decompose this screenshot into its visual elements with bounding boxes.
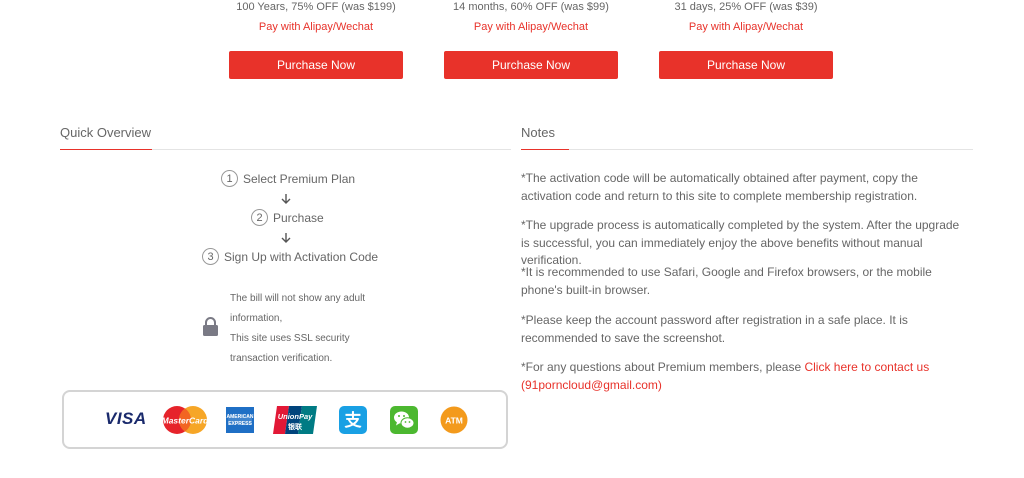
billing-note-line: transaction verification. xyxy=(230,353,333,364)
step-number-badge: 3 xyxy=(202,248,219,265)
step-number-badge: 2 xyxy=(251,209,268,226)
unionpay-cn-text: 银联 xyxy=(288,422,303,431)
arrow-down-icon xyxy=(281,233,291,243)
plan-description: 100 Years, 75% OFF (was $199) xyxy=(236,1,396,13)
step-label: Sign Up with Activation Code xyxy=(224,249,379,264)
step-label: Select Premium Plan xyxy=(243,171,356,186)
plan-payment-method: Pay with Alipay/Wechat xyxy=(258,21,374,33)
mastercard-logo: MasterCard xyxy=(162,406,209,434)
note-item: *The upgrade process is automatically co… xyxy=(521,218,960,267)
plan-payment-method: Pay with Alipay/Wechat xyxy=(473,21,589,33)
purchase-now-button[interactable]: Purchase Now xyxy=(229,51,403,79)
alipay-logo: 支 xyxy=(339,406,367,434)
contact-us-link[interactable]: Click here to contact us xyxy=(804,360,929,374)
notes-divider xyxy=(521,149,973,150)
plan-payment-method: Pay with Alipay/Wechat xyxy=(688,21,804,33)
billing-note-line: This site uses SSL security xyxy=(230,333,350,344)
notes-accent xyxy=(521,149,569,150)
payment-methods-box: VISA MasterCard AMERICAN EXPRESS UnionPa… xyxy=(62,390,508,449)
contact-prefix: *For any questions about Premium members… xyxy=(521,360,805,374)
billing-note-line: The bill will not show any adult xyxy=(230,293,366,304)
purchase-now-button[interactable]: Purchase Now xyxy=(659,51,833,79)
visa-logo: VISA xyxy=(105,409,147,429)
alipay-glyph: 支 xyxy=(345,410,363,431)
mastercard-text: MasterCard xyxy=(162,416,209,426)
billing-privacy-note: The bill will not show any adult informa… xyxy=(230,289,365,369)
plan-100-years: 100 Years, 75% OFF (was $199) Pay with A… xyxy=(229,0,403,79)
note-item: *It is recommended to use Safari, Google… xyxy=(521,265,932,297)
plan-14-months: 14 months, 60% OFF (was $99) Pay with Al… xyxy=(444,0,618,79)
plan-31-days: 31 days, 25% OFF (was $39) Pay with Alip… xyxy=(659,0,833,79)
wechat-logo xyxy=(390,406,418,434)
visa-logo-text: VISA xyxy=(105,409,147,428)
note-item: *Please keep the account password after … xyxy=(521,313,908,345)
amex-text-bottom: EXPRESS xyxy=(228,421,252,427)
billing-note-line: information, xyxy=(230,313,283,324)
step-label: Purchase xyxy=(273,210,324,225)
plan-description: 14 months, 60% OFF (was $99) xyxy=(453,1,609,13)
unionpay-logo: UnionPay 银联 xyxy=(273,406,317,434)
quick-overview-title: Quick Overview xyxy=(60,125,152,140)
arrow-down-icon xyxy=(281,194,291,204)
amex-text-top: AMERICAN xyxy=(227,414,254,420)
step-number-badge: 1 xyxy=(221,170,238,187)
step-sign-up: 3 Sign Up with Activation Code xyxy=(202,248,378,265)
note-contact: *For any questions about Premium members… xyxy=(521,359,971,394)
atm-logo: ATM xyxy=(440,406,468,434)
purchase-now-button[interactable]: Purchase Now xyxy=(444,51,618,79)
step-purchase: 2 Purchase xyxy=(251,209,324,226)
step-select-plan: 1 Select Premium Plan xyxy=(221,170,355,187)
plan-description: 31 days, 25% OFF (was $39) xyxy=(674,1,818,13)
amex-logo: AMERICAN EXPRESS xyxy=(226,407,254,433)
note-item: *The activation code will be automatical… xyxy=(521,171,918,203)
notes-title: Notes xyxy=(521,125,555,140)
quick-overview-accent xyxy=(60,149,152,150)
lock-icon xyxy=(203,317,218,336)
unionpay-text: UnionPay xyxy=(278,412,313,421)
contact-email-link[interactable]: (91porncloud@gmail.com) xyxy=(521,378,662,392)
atm-text: ATM xyxy=(445,416,463,426)
